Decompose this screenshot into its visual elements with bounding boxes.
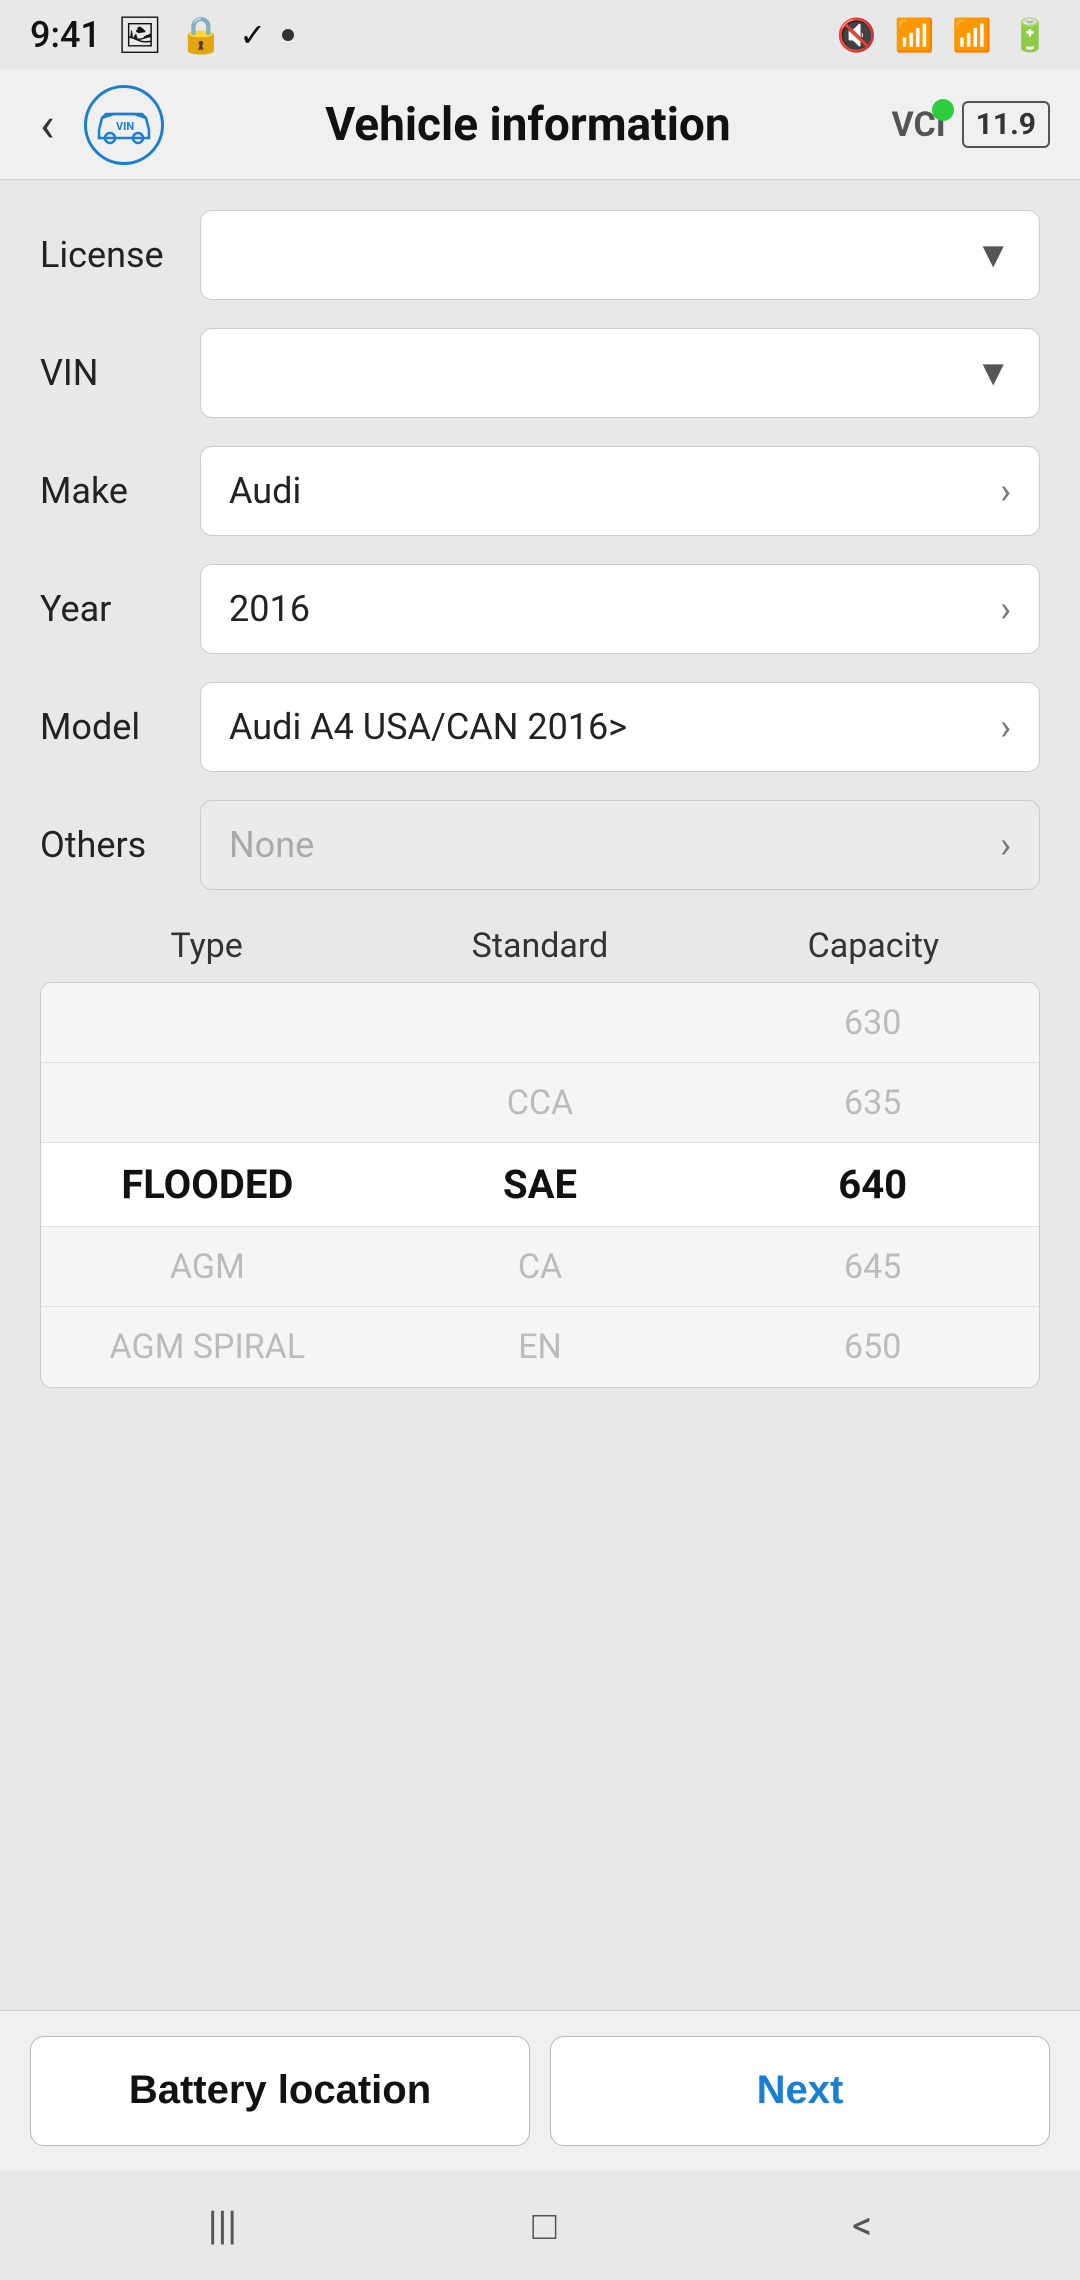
cell-standard-2: SAE (374, 1143, 707, 1226)
table-header: Type Standard Capacity (40, 918, 1040, 974)
col-type-header: Type (40, 918, 373, 974)
back-nav-icon[interactable]: < (852, 2202, 872, 2249)
make-value: Audi (229, 470, 301, 512)
make-arrow-icon: › (1000, 470, 1011, 512)
cell-type-0 (41, 1005, 374, 1041)
year-value: 2016 (229, 588, 310, 630)
others-selector[interactable]: None › (200, 800, 1040, 890)
battery-icon: 🔋 (1010, 16, 1050, 54)
device-battery-level: 11.9 (976, 107, 1036, 142)
cell-capacity-0: 630 (706, 985, 1039, 1061)
back-button[interactable]: ‹ (30, 86, 64, 163)
table-row[interactable]: CCA 635 (41, 1063, 1039, 1143)
battery-location-button[interactable]: Battery location (30, 2036, 530, 2146)
others-arrow-icon: › (1000, 824, 1011, 866)
nav-right: VCI 11.9 (891, 101, 1050, 148)
year-row: Year 2016 › (40, 564, 1040, 654)
model-arrow-icon: › (1000, 706, 1011, 748)
nav-bar: ‹ VIN Vehicle information VCI 11.9 (0, 70, 1080, 180)
cell-type-1 (41, 1085, 374, 1121)
cell-type-2: FLOODED (41, 1143, 374, 1226)
model-value: Audi A4 USA/CAN 2016> (229, 706, 627, 748)
others-value: None (229, 824, 314, 866)
model-selector[interactable]: Audi A4 USA/CAN 2016> › (200, 682, 1040, 772)
col-capacity-header: Capacity (707, 918, 1040, 974)
lock-icon: 🔒 (179, 14, 224, 56)
status-time: 9:41 (30, 14, 101, 56)
bottom-nav: ||| □ < (0, 2170, 1080, 2280)
dot-indicator (282, 29, 294, 41)
menu-icon[interactable]: ||| (208, 2202, 237, 2249)
vin-logo: VIN (84, 85, 164, 165)
signal-icon: 📶 (952, 16, 992, 54)
table-row[interactable]: 630 (41, 983, 1039, 1063)
model-label: Model (40, 706, 200, 748)
cell-type-4: AGM SPIRAL (41, 1309, 374, 1385)
vin-dropdown[interactable]: ▼ (200, 328, 1040, 418)
cell-standard-1: CCA (374, 1065, 707, 1141)
cell-capacity-2: 640 (706, 1143, 1039, 1226)
cell-capacity-1: 635 (706, 1065, 1039, 1141)
main-content: License ▼ VIN ▼ Make Audi › Year 2016 › … (0, 180, 1080, 2010)
license-row: License ▼ (40, 210, 1040, 300)
table-row[interactable]: AGM CA 645 (41, 1227, 1039, 1307)
next-button[interactable]: Next (550, 2036, 1050, 2146)
year-arrow-icon: › (1000, 588, 1011, 630)
table-row[interactable]: AGM SPIRAL EN 650 (41, 1307, 1039, 1387)
device-battery-badge: 11.9 (962, 101, 1050, 148)
col-standard-header: Standard (373, 918, 706, 974)
bottom-action-bar: Battery location Next (0, 2010, 1080, 2170)
others-row: Others None › (40, 800, 1040, 890)
photo-icon: 🖼 (117, 14, 163, 56)
check-icon: ✓ (239, 16, 266, 54)
cell-standard-0 (374, 1005, 707, 1041)
license-dropdown[interactable]: ▼ (200, 210, 1040, 300)
make-selector[interactable]: Audi › (200, 446, 1040, 536)
cell-standard-4: EN (374, 1309, 707, 1385)
license-chevron-icon: ▼ (975, 234, 1011, 276)
license-label: License (40, 234, 200, 276)
cell-capacity-4: 650 (706, 1309, 1039, 1385)
vci-connected-dot (932, 99, 954, 121)
battery-table: 630 CCA 635 FLOODED SAE 640 AGM CA 645 A… (40, 982, 1040, 1388)
cell-capacity-3: 645 (706, 1229, 1039, 1305)
year-selector[interactable]: 2016 › (200, 564, 1040, 654)
page-title: Vehicle information (184, 98, 871, 152)
make-row: Make Audi › (40, 446, 1040, 536)
make-label: Make (40, 470, 200, 512)
vin-label: VIN (40, 352, 200, 394)
home-icon[interactable]: □ (532, 2202, 556, 2249)
svg-text:VIN: VIN (116, 120, 134, 133)
vci-badge: VCI (891, 105, 945, 145)
cell-standard-3: CA (374, 1229, 707, 1305)
table-row-selected[interactable]: FLOODED SAE 640 (41, 1143, 1039, 1227)
cell-type-3: AGM (41, 1229, 374, 1305)
year-label: Year (40, 588, 200, 630)
status-bar: 9:41 🖼 🔒 ✓ 🔇 📶 📶 🔋 (0, 0, 1080, 70)
others-label: Others (40, 824, 200, 866)
mute-icon: 🔇 (837, 16, 877, 54)
vin-row: VIN ▼ (40, 328, 1040, 418)
wifi-icon: 📶 (894, 16, 934, 54)
vin-chevron-icon: ▼ (975, 352, 1011, 394)
model-row: Model Audi A4 USA/CAN 2016> › (40, 682, 1040, 772)
